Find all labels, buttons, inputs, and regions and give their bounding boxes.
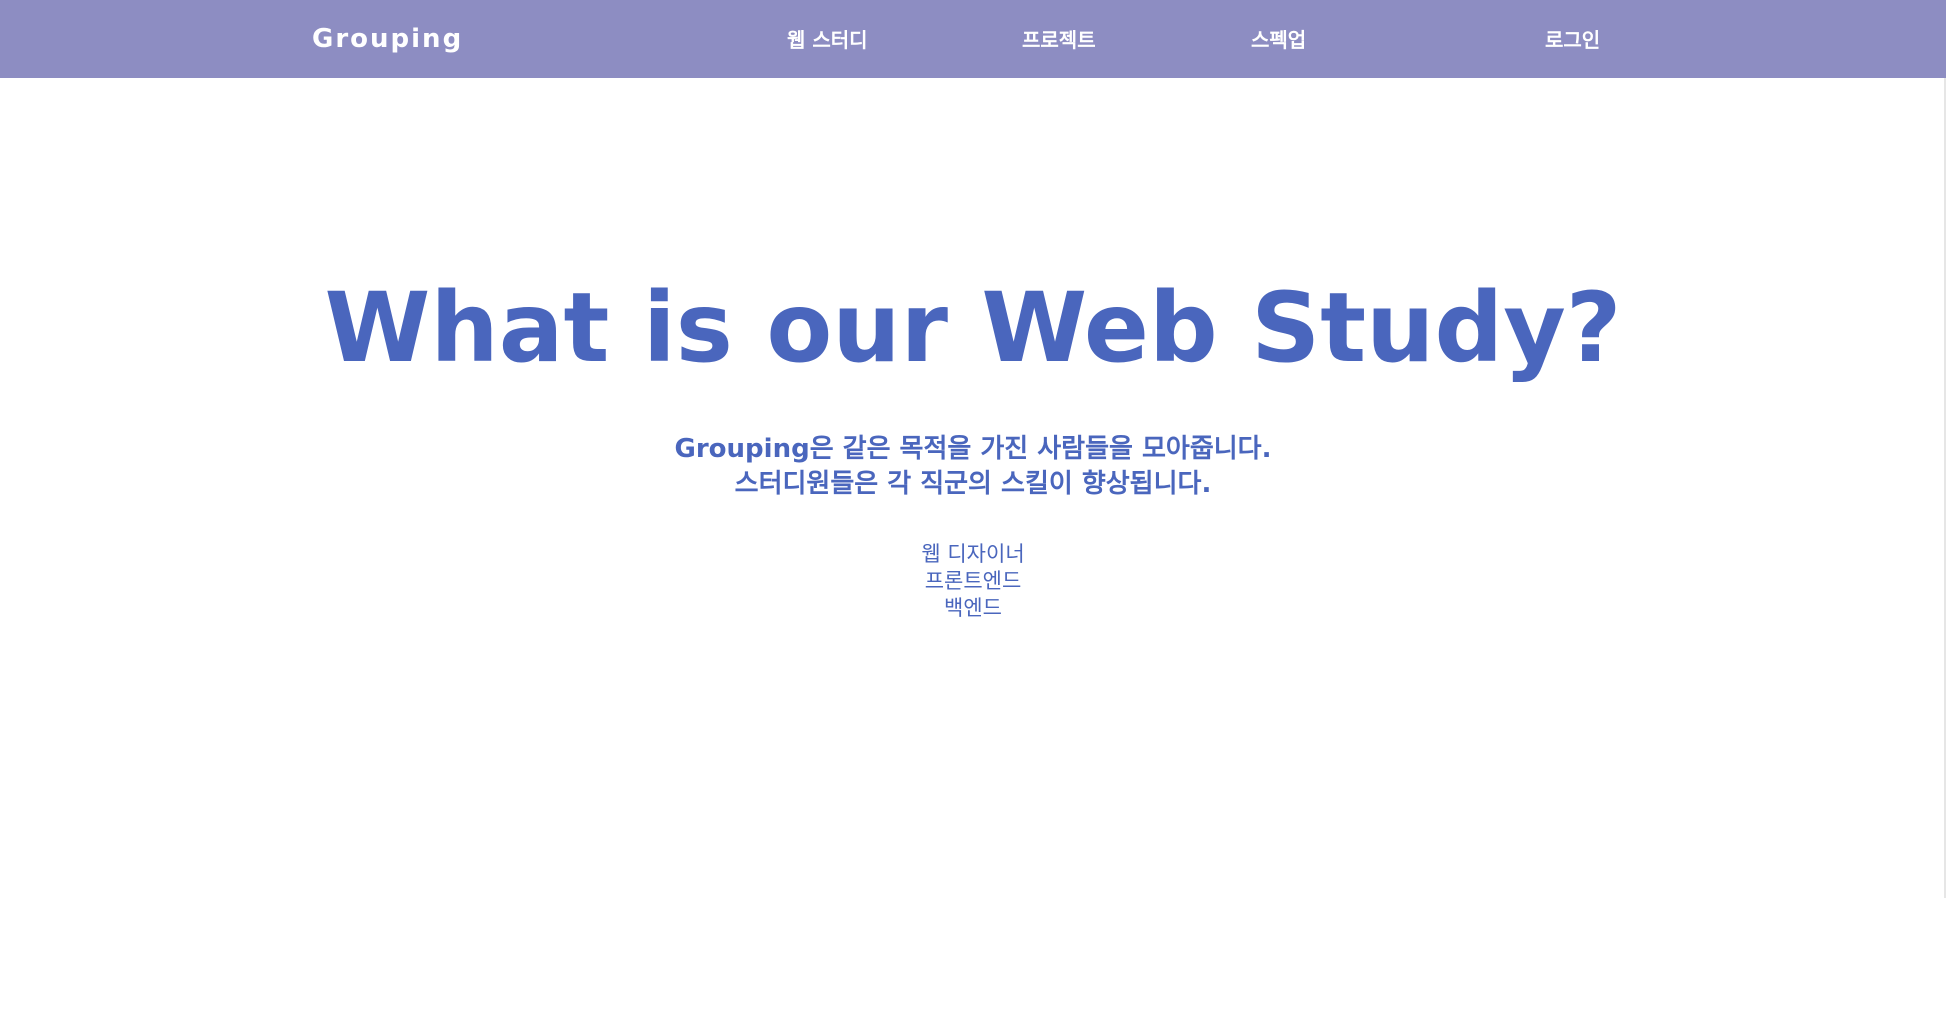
role-item-backend[interactable]: 백엔드	[0, 595, 1946, 622]
role-item-frontend[interactable]: 프론트엔드	[0, 568, 1946, 595]
top-navbar: Grouping 웹 스터디 프로젝트 스펙업 로그인	[0, 0, 1946, 78]
role-item-web-designer[interactable]: 웹 디자이너	[0, 541, 1946, 568]
nav-link-project[interactable]: 프로젝트	[1022, 24, 1096, 53]
role-list: 웹 디자이너 프론트엔드 백엔드	[0, 541, 1946, 622]
hero-description-line-1: Grouping은 같은 목적을 가진 사람들을 모아줍니다.	[674, 434, 1272, 464]
page: Grouping 웹 스터디 프로젝트 스펙업 로그인 What is our …	[0, 0, 1946, 1028]
nav-link-web-study[interactable]: 웹 스터디	[787, 24, 868, 53]
hero-description-line-2: 스터디원들은 각 직군의 스킬이 향상됩니다.	[734, 469, 1212, 499]
nav-link-spec-up[interactable]: 스펙업	[1251, 24, 1306, 53]
hero-title: What is our Web Study?	[324, 272, 1622, 384]
brand-logo-link[interactable]: Grouping	[312, 24, 463, 54]
login-link[interactable]: 로그인	[1545, 24, 1600, 53]
